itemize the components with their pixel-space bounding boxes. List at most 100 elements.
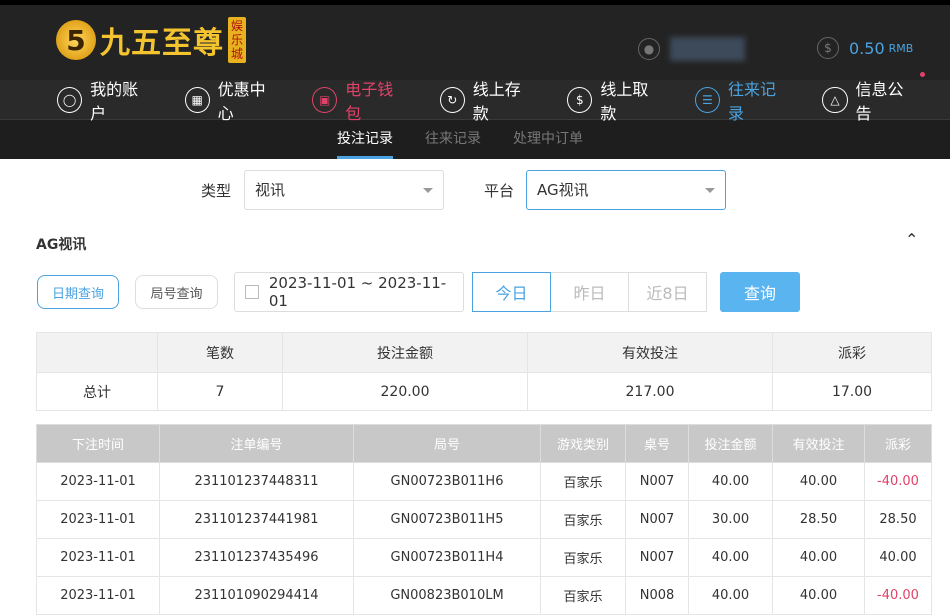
- nav-label: 线上取款: [600, 79, 649, 123]
- balance-currency: RMB: [888, 41, 914, 55]
- cell: 百家乐: [540, 462, 626, 501]
- header-cell: 局号: [353, 424, 541, 463]
- cell: 40.00: [688, 538, 773, 577]
- cell: 百家乐: [540, 576, 626, 615]
- cell: 2023-11-01: [36, 500, 160, 539]
- header-cell: 派彩: [772, 332, 932, 373]
- nav-withdraw[interactable]: $ 线上取款: [567, 76, 662, 124]
- today-button[interactable]: 今日: [472, 272, 551, 312]
- balance: $ 0.50 RMB: [817, 37, 913, 59]
- type-label: 类型: [201, 182, 232, 200]
- cell: 2023-11-01: [36, 576, 160, 615]
- cell: 40.00: [688, 462, 773, 501]
- header-cell: 下注时间: [36, 424, 160, 463]
- chevron-down-icon: [705, 188, 715, 198]
- date-range-value: 2023-11-01 ~ 2023-11-01: [268, 274, 447, 310]
- cell: 百家乐: [540, 500, 626, 539]
- records-table: 下注时间 注单编号 局号 游戏类别 桌号 投注金额 有效投注 派彩 2023-11-01 231…: [36, 424, 932, 615]
- date-query-button[interactable]: 日期查询: [37, 275, 119, 309]
- type-select[interactable]: 视讯: [244, 170, 444, 210]
- cell: GN00723B011H4: [353, 538, 541, 577]
- cell: 30.00: [688, 500, 773, 539]
- nav-label: 优惠中心: [217, 79, 266, 123]
- tab-pending-orders[interactable]: 处理中订单: [513, 120, 583, 159]
- sub-tabs: 投注记录 往来记录 处理中订单: [0, 120, 950, 159]
- summary-row: 总计 7 220.00 217.00 17.00: [36, 372, 932, 411]
- platform-label: 平台: [484, 182, 515, 200]
- tab-transactions[interactable]: 往来记录: [425, 120, 481, 159]
- user-icon: ●: [638, 38, 660, 60]
- dollar-icon: $: [817, 37, 839, 59]
- balance-amount: 0.50: [849, 38, 885, 58]
- cell: GN00723B011H5: [353, 500, 541, 539]
- date-preset-group: 今日 昨日 近8日: [472, 272, 707, 312]
- header-cell: 注单编号: [159, 424, 354, 463]
- table-row: 2023-11-01 231101237448311 GN00723B011H6 百家…: [36, 462, 932, 501]
- cell: 总计: [36, 372, 158, 411]
- cell: 百家乐: [540, 538, 626, 577]
- records-header: 下注时间 注单编号 局号 游戏类别 桌号 投注金额 有效投注 派彩: [36, 424, 932, 463]
- cell: 7: [157, 372, 283, 411]
- nav-promotions[interactable]: ▦ 优惠中心: [184, 76, 280, 124]
- brand-badge: 娱乐城: [228, 17, 246, 63]
- platform-value: AG视讯: [537, 181, 589, 199]
- cell: 17.00: [772, 372, 932, 411]
- tab-bet-records[interactable]: 投注记录: [337, 120, 393, 159]
- deposit-icon: ↻: [439, 86, 465, 113]
- cell: 40.00: [772, 462, 865, 501]
- nav-announcements[interactable]: △ 信息公告: [822, 71, 926, 124]
- type-value: 视讯: [255, 181, 286, 199]
- calendar-icon: [245, 285, 259, 299]
- collapse-chevron-icon[interactable]: ⌃: [905, 230, 918, 249]
- cell: 40.00: [688, 576, 773, 615]
- yesterday-button[interactable]: 昨日: [550, 272, 629, 312]
- nav-wallet[interactable]: ▣ 电子钱包: [312, 76, 407, 124]
- cell: 231101090294414: [159, 576, 354, 615]
- cell: 217.00: [527, 372, 773, 411]
- cell: -40.00: [864, 576, 932, 615]
- filters: 类型 视讯 平台 AG视讯: [0, 170, 950, 210]
- nav-records[interactable]: ☰ 往来记录: [694, 76, 790, 124]
- withdraw-icon: $: [567, 86, 593, 113]
- section-title: AG视讯: [36, 237, 87, 253]
- cell: 40.00: [864, 538, 932, 577]
- cell: N007: [625, 538, 689, 577]
- header-cell: 有效投注: [772, 424, 865, 463]
- username-blurred: [670, 37, 745, 61]
- header-cell: 有效投注: [527, 332, 773, 373]
- cell: 220.00: [282, 372, 528, 411]
- cell: 28.50: [772, 500, 865, 539]
- nav-deposit[interactable]: ↻ 线上存款: [439, 76, 535, 124]
- date-range-input[interactable]: 2023-11-01 ~ 2023-11-01: [234, 272, 464, 312]
- chevron-down-icon: [423, 188, 433, 198]
- nav-my-account[interactable]: ◯ 我的账户: [57, 76, 152, 124]
- table-row: 2023-11-01 231101237441981 GN00723B011H5 百家…: [36, 500, 932, 539]
- cell: N007: [625, 462, 689, 501]
- search-button[interactable]: 查询: [720, 272, 800, 312]
- header-cell: 投注金额: [282, 332, 528, 373]
- summary-table: 笔数 投注金额 有效投注 派彩 总计 7 220.00 217.00 17.00: [36, 332, 932, 411]
- user-info[interactable]: ●: [638, 37, 745, 61]
- table-row: 2023-11-01 231101090294414 GN00823B010LM 百家…: [36, 576, 932, 615]
- bell-icon: △: [822, 86, 848, 113]
- table-row: 2023-11-01 231101237435496 GN00723B011H4 百家…: [36, 538, 932, 577]
- cell: 28.50: [864, 500, 932, 539]
- nav-label: 我的账户: [90, 79, 139, 123]
- nav-label: 信息公告: [855, 79, 904, 123]
- nav-label: 往来记录: [727, 79, 776, 123]
- brand-name: 九五至尊: [100, 26, 224, 61]
- summary-header: 笔数 投注金额 有效投注 派彩: [36, 332, 932, 373]
- round-query-button[interactable]: 局号查询: [135, 275, 218, 309]
- cell: -40.00: [864, 462, 932, 501]
- cell: 231101237448311: [159, 462, 354, 501]
- cell: 40.00: [772, 576, 865, 615]
- header-cell: 桌号: [625, 424, 689, 463]
- wallet-icon: ▣: [312, 86, 338, 113]
- platform-select[interactable]: AG视讯: [526, 170, 726, 210]
- logo-mark: 5: [56, 20, 96, 60]
- last-8-days-button[interactable]: 近8日: [628, 272, 707, 312]
- logo[interactable]: 5 九五至尊 娱乐城: [56, 17, 246, 63]
- nav-label: 线上存款: [472, 79, 521, 123]
- nav-label: 电子钱包: [345, 79, 394, 123]
- cell: N007: [625, 500, 689, 539]
